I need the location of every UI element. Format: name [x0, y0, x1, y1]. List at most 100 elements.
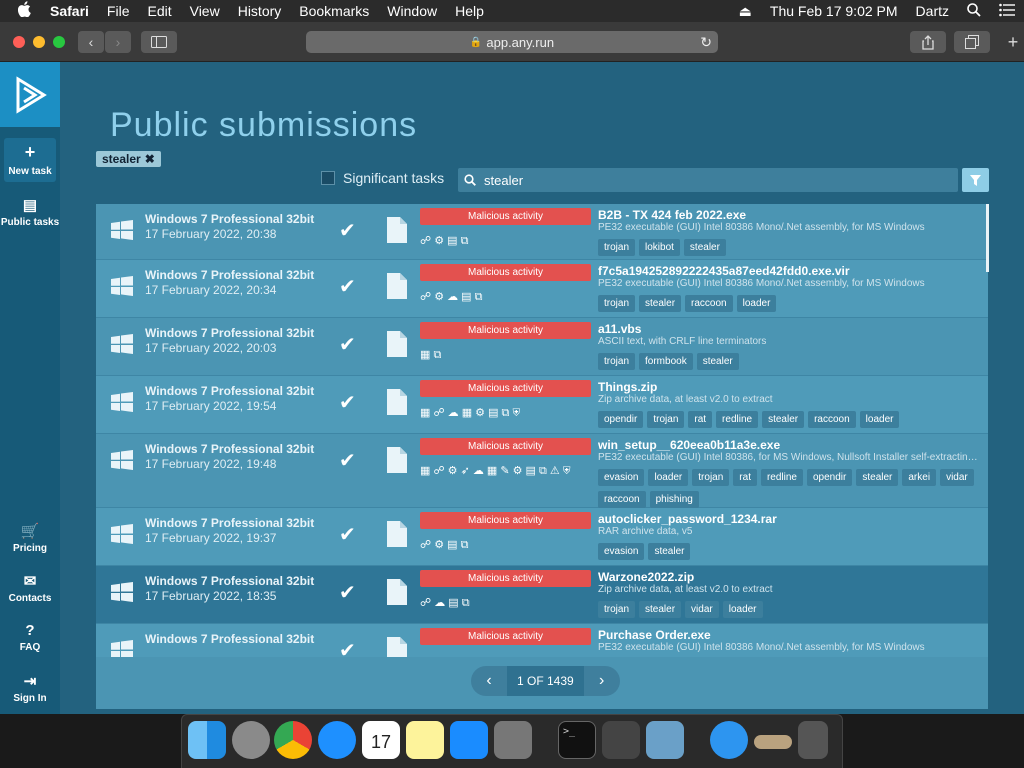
new-tab-button[interactable]: + — [1002, 31, 1024, 53]
app-store-icon[interactable] — [450, 721, 488, 759]
tag[interactable]: loader — [648, 469, 689, 486]
tag[interactable]: vidar — [685, 601, 719, 618]
tag[interactable]: loader — [736, 295, 777, 312]
tag[interactable]: trojan — [598, 295, 636, 312]
share-button[interactable] — [910, 31, 946, 53]
preview-icon[interactable] — [646, 721, 684, 759]
calendar-icon[interactable]: 17 — [362, 721, 400, 759]
filter-button[interactable] — [962, 168, 989, 192]
notification-center-icon[interactable] — [990, 3, 1024, 20]
tag[interactable]: stealer — [683, 239, 726, 256]
sidebar-item-new-task[interactable]: + New task — [4, 138, 56, 182]
sidebar-item-contacts[interactable]: ✉ Contacts — [0, 572, 60, 604]
task-row[interactable]: Windows 7 Professional 32bit 17 February… — [96, 434, 988, 508]
significant-tasks-toggle[interactable]: Significant tasks — [321, 170, 444, 186]
trash-icon[interactable] — [798, 721, 828, 759]
tag[interactable]: rat — [733, 469, 757, 486]
tag[interactable]: stealer — [696, 353, 739, 370]
task-filename[interactable]: Things.zip — [598, 380, 657, 394]
menu-edit[interactable]: Edit — [138, 3, 180, 19]
task-row[interactable]: Windows 7 Professional 32bit 17 February… — [96, 508, 988, 566]
address-bar[interactable]: 🔒 app.any.run ↻ — [306, 31, 718, 53]
sidebar-item-faq[interactable]: ? FAQ — [0, 622, 60, 653]
task-row[interactable]: Windows 7 Professional 32bit ✔ Malicious… — [96, 624, 988, 657]
task-filename[interactable]: autoclicker_password_1234.rar — [598, 512, 777, 526]
tag[interactable]: stealer — [762, 411, 805, 428]
tag[interactable]: trojan — [692, 469, 730, 486]
task-filename[interactable]: a11.vbs — [598, 322, 641, 336]
next-page-button[interactable]: › — [583, 666, 620, 696]
sidebar-item-sign-in[interactable]: ⇥ Sign In — [0, 672, 60, 704]
zoom-window-button[interactable] — [53, 36, 65, 48]
sidebar-item-pricing[interactable]: 🛒 Pricing — [0, 522, 60, 554]
menu-file[interactable]: File — [98, 3, 139, 19]
terminal-icon[interactable]: >_ — [558, 721, 596, 759]
task-row[interactable]: Windows 7 Professional 32bit 17 February… — [96, 318, 988, 376]
safari-icon[interactable] — [318, 721, 356, 759]
tag[interactable]: rat — [688, 411, 713, 428]
tag[interactable]: evasion — [598, 469, 645, 486]
tag[interactable]: stealer — [648, 543, 691, 560]
scrollbar[interactable] — [986, 204, 989, 272]
close-icon[interactable]: ✖ — [145, 152, 155, 166]
eject-icon[interactable]: ⏏ — [730, 3, 761, 20]
tag[interactable]: vidar — [940, 469, 974, 486]
back-button[interactable]: ‹ — [78, 31, 104, 53]
task-row[interactable]: Windows 7 Professional 32bit 17 February… — [96, 566, 988, 624]
menu-help[interactable]: Help — [446, 3, 493, 19]
tag[interactable]: formbook — [639, 353, 693, 370]
filter-chip[interactable]: stealer ✖ — [96, 151, 161, 167]
finder-icon[interactable] — [188, 721, 226, 759]
significant-checkbox[interactable] — [321, 171, 335, 185]
tag[interactable]: raccoon — [685, 295, 733, 312]
close-window-button[interactable] — [13, 36, 25, 48]
tabs-overview-button[interactable] — [954, 31, 990, 53]
task-row[interactable]: Windows 7 Professional 32bit 17 February… — [96, 376, 988, 434]
image-file-icon[interactable] — [754, 735, 792, 749]
spotlight-search-icon[interactable] — [958, 2, 990, 20]
utility-icon[interactable] — [602, 721, 640, 759]
tag[interactable]: loader — [859, 411, 900, 428]
tag[interactable]: lokibot — [639, 239, 680, 256]
system-preferences-icon[interactable] — [494, 721, 532, 759]
tag[interactable]: raccoon — [598, 491, 646, 508]
tag[interactable]: opendir — [598, 411, 644, 428]
chrome-icon[interactable] — [274, 721, 312, 759]
tag[interactable]: trojan — [598, 239, 636, 256]
tag[interactable]: stealer — [856, 469, 899, 486]
task-row[interactable]: Windows 7 Professional 32bit 17 February… — [96, 204, 988, 260]
task-filename[interactable]: Warzone2022.zip — [598, 570, 694, 584]
menu-history[interactable]: History — [229, 3, 291, 19]
menu-view[interactable]: View — [181, 3, 229, 19]
sidebar-toggle-button[interactable] — [141, 31, 177, 53]
forward-button[interactable]: › — [105, 31, 131, 53]
apple-menu-icon[interactable] — [0, 0, 41, 22]
minimize-window-button[interactable] — [33, 36, 45, 48]
tag[interactable]: raccoon — [808, 411, 856, 428]
tag[interactable]: stealer — [639, 601, 682, 618]
task-filename[interactable]: B2B - TX 424 feb 2022.exe — [598, 208, 746, 222]
tag[interactable]: loader — [722, 601, 763, 618]
search-input[interactable] — [484, 172, 924, 188]
tag[interactable]: stealer — [639, 295, 682, 312]
tag[interactable]: trojan — [647, 411, 685, 428]
app-store-download-icon[interactable] — [710, 721, 748, 759]
launchpad-icon[interactable] — [232, 721, 270, 759]
prev-page-button[interactable]: ‹ — [471, 666, 507, 696]
task-filename[interactable]: win_setup__620eea0b11a3e.exe — [598, 438, 780, 452]
search-box[interactable] — [458, 168, 958, 192]
sidebar-item-public-tasks[interactable]: ▤ Public tasks — [0, 196, 60, 228]
anyrun-logo[interactable] — [0, 62, 60, 127]
tag[interactable]: trojan — [598, 353, 636, 370]
menu-safari[interactable]: Safari — [41, 3, 98, 19]
tag[interactable]: opendir — [807, 469, 853, 486]
tag[interactable]: trojan — [598, 601, 636, 618]
tag[interactable]: redline — [760, 469, 803, 486]
menubar-user[interactable]: Dartz — [907, 3, 958, 19]
tag[interactable]: phishing — [649, 491, 699, 508]
task-filename[interactable]: Purchase Order.exe — [598, 628, 711, 642]
reload-icon[interactable]: ↻ — [700, 34, 712, 51]
tag[interactable]: arkei — [902, 469, 937, 486]
notes-icon[interactable] — [406, 721, 444, 759]
task-row[interactable]: Windows 7 Professional 32bit 17 February… — [96, 260, 988, 318]
